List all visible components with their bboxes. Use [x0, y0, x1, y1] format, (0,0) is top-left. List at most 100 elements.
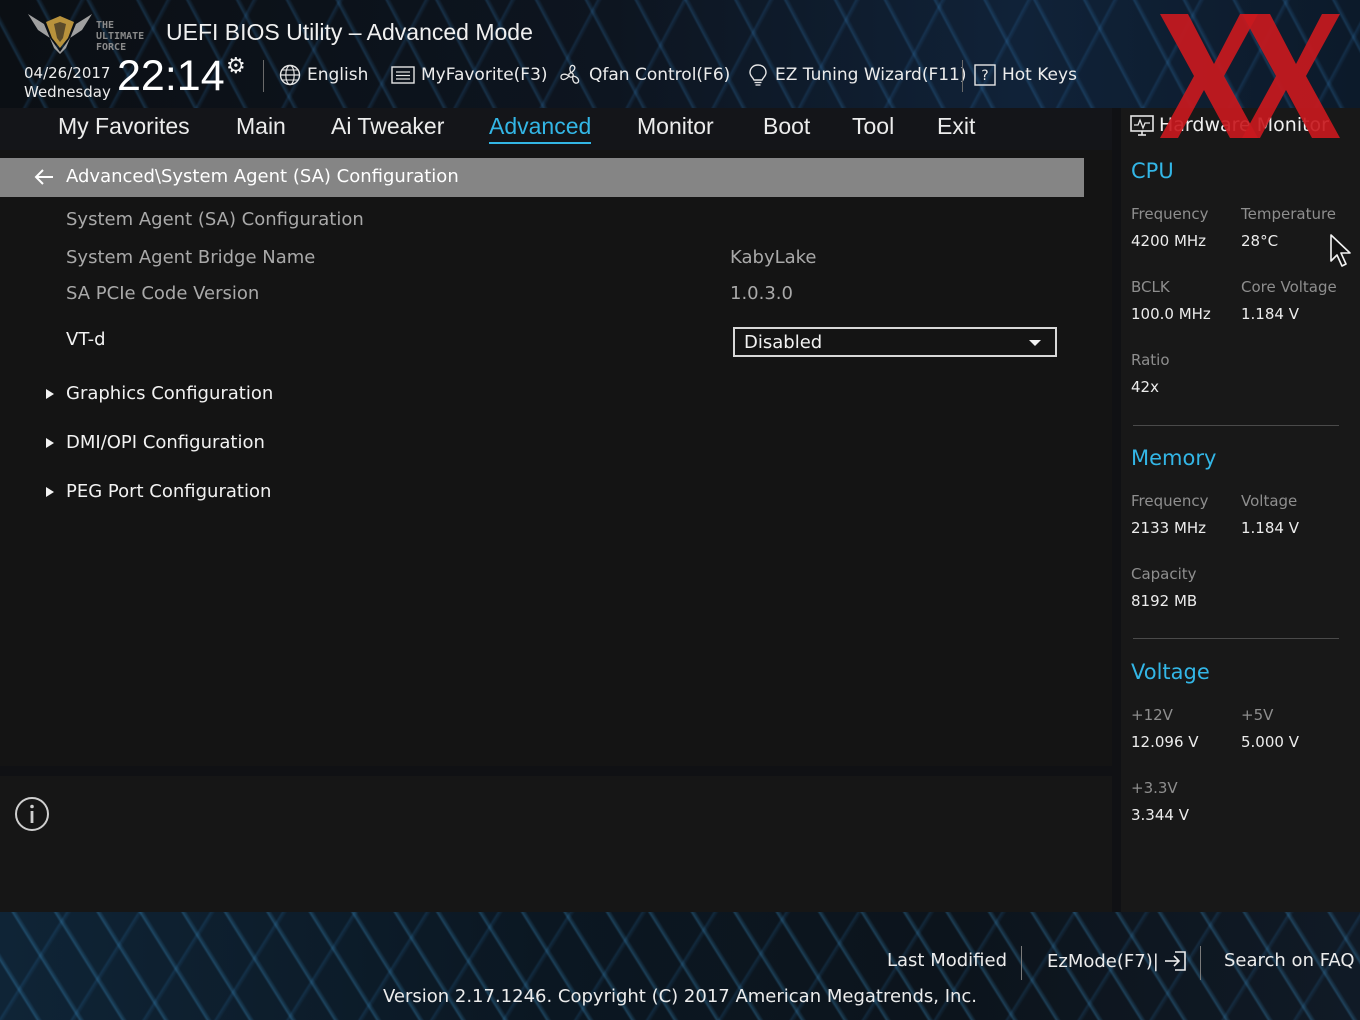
memory-voltage-value: 1.184 V	[1241, 519, 1299, 537]
ratio-label: Ratio	[1131, 351, 1170, 369]
tab-advanced[interactable]: Advanced	[489, 113, 592, 144]
tab-exit[interactable]: Exit	[937, 113, 975, 140]
version-copyright: Version 2.17.1246. Copyright (C) 2017 Am…	[382, 986, 978, 1007]
voltage-12v-value: 12.096 V	[1131, 733, 1199, 751]
tab-tool[interactable]: Tool	[852, 113, 894, 140]
breadcrumb: Advanced\System Agent (SA) Configuration	[0, 158, 1084, 197]
tab-boot[interactable]: Boot	[763, 113, 810, 140]
date-text: 04/26/2017	[24, 64, 111, 82]
memory-frequency-value: 2133 MHz	[1131, 519, 1207, 537]
tuf-logo: THE ULTIMATE FORCE	[26, 8, 150, 56]
cpu-temperature-value: 28°C	[1241, 232, 1279, 250]
section-divider	[1133, 425, 1339, 426]
weekday-text: Wednesday	[24, 83, 111, 101]
last-modified-label: Last Modified	[887, 950, 1008, 971]
hardware-monitor-panel: Hardware Monitor CPU Frequency Temperatu…	[1121, 108, 1360, 912]
submenu-dmi-opi-configuration[interactable]: DMI/OPI Configuration	[46, 432, 265, 453]
submenu-label: PEG Port Configuration	[66, 481, 272, 502]
voltage-3v3-label: +3.3V	[1131, 779, 1178, 797]
tab-main[interactable]: Main	[236, 113, 286, 140]
lightbulb-icon	[749, 64, 767, 86]
ez-tuning-wizard-label: EZ Tuning Wizard(F11)	[775, 65, 967, 85]
bridge-name-label: System Agent Bridge Name	[66, 247, 316, 268]
submenu-arrow-icon	[46, 486, 54, 497]
submenu-arrow-icon	[46, 388, 54, 399]
voltage-section-title: Voltage	[1131, 660, 1210, 684]
core-voltage-label: Core Voltage	[1241, 278, 1337, 296]
date-display: 04/26/2017 Wednesday	[24, 64, 111, 102]
myfavorite-button[interactable]: MyFavorite(F3)	[391, 64, 548, 86]
logo-text: THE ULTIMATE FORCE	[96, 20, 145, 53]
clock-time: 22:14	[117, 52, 225, 100]
qfan-control-label: Qfan Control(F6)	[589, 65, 731, 85]
language-button[interactable]: English	[279, 64, 368, 86]
pcie-code-version-value: 1.0.3.0	[730, 283, 793, 304]
bclk-label: BCLK	[1131, 278, 1170, 296]
voltage-5v-label: +5V	[1241, 706, 1274, 724]
voltage-12v-label: +12V	[1131, 706, 1173, 724]
monitor-icon	[1130, 115, 1154, 136]
ez-tuning-wizard-button[interactable]: EZ Tuning Wizard(F11)	[747, 64, 967, 86]
header-divider	[962, 60, 963, 92]
myfavorite-label: MyFavorite(F3)	[421, 65, 548, 85]
app-title: UEFI BIOS Utility – Advanced Mode	[166, 19, 533, 45]
memory-capacity-label: Capacity	[1131, 565, 1197, 583]
favorite-list-icon	[391, 66, 415, 84]
qfan-control-button[interactable]: Qfan Control(F6)	[559, 64, 730, 86]
settings-panel: Advanced\System Agent (SA) Configuration…	[0, 150, 1112, 766]
memory-voltage-label: Voltage	[1241, 492, 1298, 510]
submenu-label: DMI/OPI Configuration	[66, 432, 265, 453]
voltage-5v-value: 5.000 V	[1241, 733, 1299, 751]
help-icon: ?	[974, 64, 996, 86]
footer-bar: Last Modified EzMode(F7)| Search on FAQ …	[0, 912, 1360, 1020]
language-label: English	[307, 65, 369, 85]
hw-monitor-title: Hardware Monitor	[1159, 114, 1329, 136]
search-faq-button[interactable]: Search on FAQ	[1224, 950, 1355, 971]
breadcrumb-path: Advanced\System Agent (SA) Configuration	[66, 166, 459, 187]
hot-keys-label: Hot Keys	[1002, 65, 1077, 85]
tab-my-favorites[interactable]: My Favorites	[58, 113, 190, 140]
cpu-frequency-label: Frequency	[1131, 205, 1209, 223]
hot-keys-button[interactable]: ? Hot Keys	[974, 64, 1077, 86]
main-tab-bar: My Favorites Main Ai Tweaker Advanced Mo…	[0, 108, 1112, 150]
header-divider	[263, 60, 264, 92]
fan-icon	[560, 64, 580, 84]
tuf-emblem-icon	[28, 14, 92, 54]
submenu-arrow-icon	[46, 437, 54, 448]
voltage-3v3-value: 3.344 V	[1131, 806, 1189, 824]
ezmode-button[interactable]: EzMode(F7)|	[1047, 950, 1187, 972]
mouse-cursor-icon	[1330, 234, 1351, 267]
ratio-value: 42x	[1131, 378, 1159, 396]
footer-divider	[1021, 946, 1022, 980]
bclk-value: 100.0 MHz	[1131, 305, 1211, 323]
submenu-graphics-configuration[interactable]: Graphics Configuration	[46, 383, 273, 404]
cpu-section-title: CPU	[1131, 159, 1174, 183]
pcie-code-version-label: SA PCIe Code Version	[66, 283, 260, 304]
chevron-down-icon	[1029, 340, 1041, 346]
search-faq-label: Search on FAQ	[1224, 950, 1355, 971]
section-divider	[1133, 638, 1339, 639]
vtd-label: VT-d	[66, 329, 106, 350]
info-icon	[15, 797, 49, 831]
tab-ai-tweaker[interactable]: Ai Tweaker	[331, 113, 444, 140]
help-info-panel	[0, 776, 1112, 912]
vtd-selected-value: Disabled	[744, 332, 823, 353]
memory-section-title: Memory	[1131, 446, 1217, 470]
footer-divider	[1200, 946, 1201, 980]
exit-arrow-icon	[1164, 951, 1186, 971]
gear-icon[interactable]: ⚙	[226, 54, 246, 79]
submenu-peg-port-configuration[interactable]: PEG Port Configuration	[46, 481, 271, 502]
cpu-frequency-value: 4200 MHz	[1131, 232, 1207, 250]
header-bar: THE ULTIMATE FORCE UEFI BIOS Utility – A…	[0, 0, 1360, 108]
vtd-dropdown[interactable]: Disabled	[733, 327, 1057, 357]
cpu-temperature-label: Temperature	[1241, 205, 1337, 223]
globe-icon	[279, 64, 301, 86]
ezmode-label: EzMode(F7)|	[1047, 950, 1159, 972]
tab-monitor[interactable]: Monitor	[637, 113, 714, 140]
submenu-label: Graphics Configuration	[66, 383, 274, 404]
last-modified-button[interactable]: Last Modified	[887, 950, 1007, 971]
core-voltage-value: 1.184 V	[1241, 305, 1299, 323]
memory-capacity-value: 8192 MB	[1131, 592, 1198, 610]
back-arrow-icon[interactable]	[34, 168, 54, 186]
bridge-name-value: KabyLake	[730, 247, 817, 268]
